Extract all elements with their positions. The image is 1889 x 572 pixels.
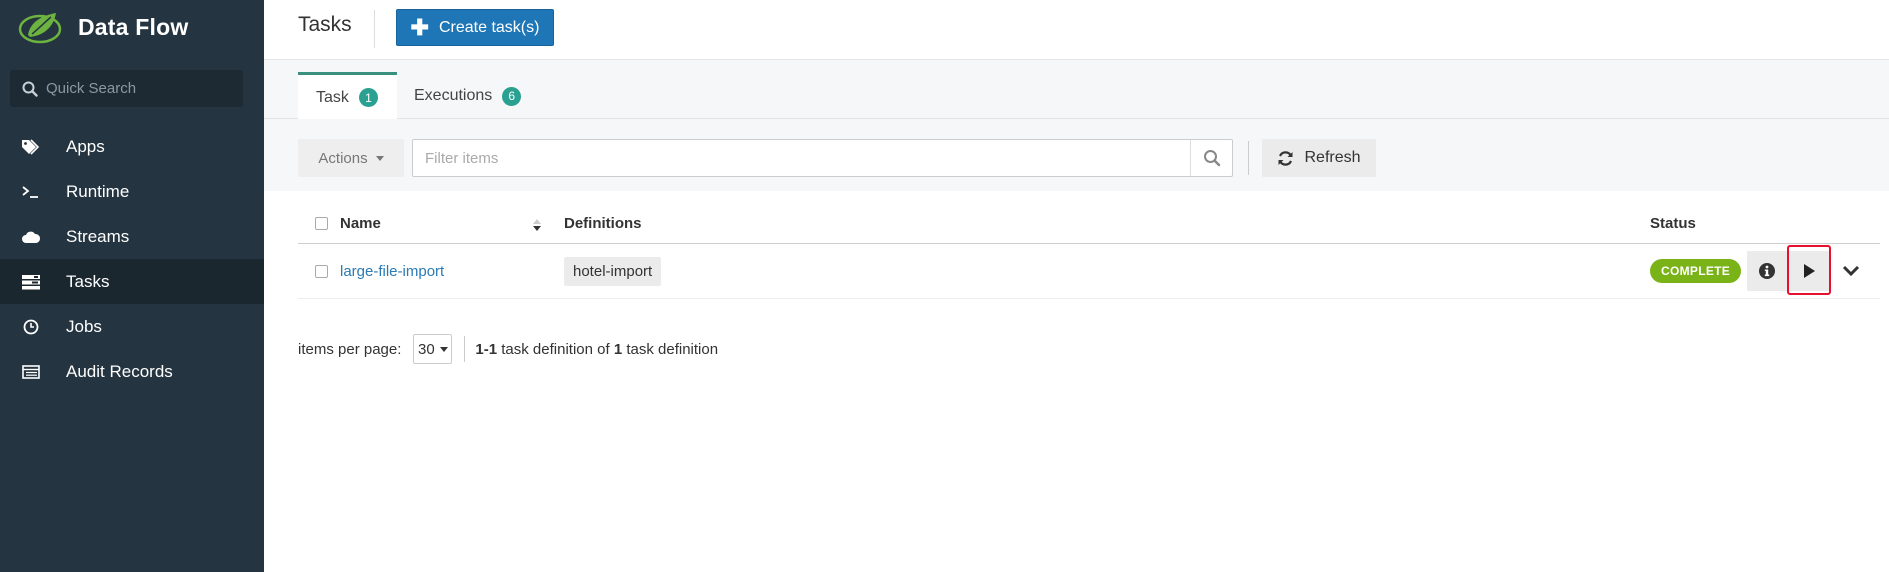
column-definitions: Definitions xyxy=(564,214,642,232)
create-tasks-button[interactable]: ✚ Create task(s) xyxy=(396,9,554,46)
sidebar-item-audit-records[interactable]: Audit Records xyxy=(0,349,264,394)
launch-task-button[interactable] xyxy=(1787,245,1831,295)
filter-search-button[interactable] xyxy=(1190,140,1232,176)
sort-icon[interactable] xyxy=(532,218,542,232)
brand[interactable]: Data Flow xyxy=(18,7,188,47)
total-count: 1 xyxy=(613,340,623,358)
tab-bar: Task 1 Executions 6 xyxy=(264,60,1889,120)
column-status: Status xyxy=(1650,214,1696,232)
pagination-summary: 1-1 task definition of 1 task definition xyxy=(475,341,718,358)
count-badge: 6 xyxy=(502,86,522,106)
cloud-icon xyxy=(20,226,42,248)
divider xyxy=(1248,141,1249,175)
select-all-checkbox[interactable] xyxy=(315,216,328,230)
sidebar-item-label: Runtime xyxy=(66,181,130,201)
sidebar: Data Flow Apps Runtime Streams xyxy=(0,0,264,572)
search-icon xyxy=(1203,150,1220,167)
sidebar-item-label: Jobs xyxy=(66,316,102,336)
quick-search-input[interactable] xyxy=(46,80,226,97)
more-actions-dropdown[interactable] xyxy=(1831,251,1871,291)
chevron-down-icon xyxy=(1842,265,1860,277)
plus-icon: ✚ xyxy=(410,14,429,40)
select-all-cell xyxy=(315,203,328,243)
sidebar-item-tasks[interactable]: Tasks xyxy=(0,259,264,304)
refresh-label: Refresh xyxy=(1304,149,1361,166)
per-page-value: 30 xyxy=(418,340,435,358)
sidebar-item-label: Audit Records xyxy=(66,361,173,381)
actions-dropdown[interactable]: Actions xyxy=(298,139,404,177)
summary-end: task definition xyxy=(626,340,719,358)
filter-box[interactable] xyxy=(412,139,1233,177)
caret-down-icon xyxy=(439,346,448,352)
divider xyxy=(464,336,466,362)
spring-logo-icon xyxy=(18,13,62,44)
name-cell: large-file-import xyxy=(340,244,444,298)
tags-icon xyxy=(20,136,42,158)
row-checkbox[interactable] xyxy=(315,264,328,278)
task-table: Name Definitions Status large-file-impor… xyxy=(298,203,1880,299)
tab-task[interactable]: Task 1 xyxy=(298,72,397,120)
create-tasks-label: Create task(s) xyxy=(438,18,540,36)
table-row: large-file-import hotel-import COMPLETE xyxy=(298,244,1880,299)
list-icon xyxy=(20,361,42,383)
page-header: Tasks ✚ Create task(s) xyxy=(264,0,1889,60)
clock-icon xyxy=(20,316,42,338)
main-content: Actions Refresh xyxy=(264,119,1889,572)
info-icon xyxy=(1759,263,1775,279)
tasks-icon xyxy=(20,271,42,293)
items-per-page-label: items per page: xyxy=(298,340,402,358)
quick-search[interactable] xyxy=(10,70,243,107)
app-name: Data Flow xyxy=(78,13,189,40)
tab-label: Executions xyxy=(414,87,493,104)
page-range: 1-1 xyxy=(475,340,498,358)
refresh-button[interactable]: Refresh xyxy=(1262,139,1376,177)
definition-cell: hotel-import xyxy=(564,244,662,298)
details-button[interactable] xyxy=(1747,251,1787,291)
row-select-cell xyxy=(315,244,328,298)
tab-executions[interactable]: Executions 6 xyxy=(414,72,540,120)
sidebar-item-apps[interactable]: Apps xyxy=(0,124,264,169)
page-title: Tasks xyxy=(298,13,352,36)
play-icon xyxy=(1804,264,1815,278)
table-header: Name Definitions Status xyxy=(298,203,1880,244)
divider xyxy=(374,10,375,48)
terminal-icon xyxy=(20,181,42,203)
filter-input[interactable] xyxy=(413,140,1190,176)
toolbar: Actions Refresh xyxy=(264,119,1889,191)
sidebar-item-runtime[interactable]: Runtime xyxy=(0,169,264,214)
sidebar-nav: Apps Runtime Streams Tasks Jobs Audit Re… xyxy=(0,124,264,394)
search-icon xyxy=(22,81,38,97)
items-per-page-select[interactable]: 30 xyxy=(413,334,453,364)
caret-down-icon xyxy=(375,155,384,161)
sidebar-item-jobs[interactable]: Jobs xyxy=(0,304,264,349)
summary-mid: task definition of xyxy=(501,340,610,358)
column-name[interactable]: Name xyxy=(340,203,381,243)
sidebar-item-label: Apps xyxy=(66,136,105,156)
task-name-link[interactable]: large-file-import xyxy=(340,263,444,280)
definition-pill: hotel-import xyxy=(564,256,662,286)
refresh-icon xyxy=(1278,150,1293,166)
pagination: items per page: 30 1-1 task definition o… xyxy=(298,329,718,369)
count-badge: 1 xyxy=(358,88,378,107)
row-actions xyxy=(1747,245,1873,295)
status-badge: COMPLETE xyxy=(1650,259,1742,283)
tab-label: Task xyxy=(316,88,349,106)
sidebar-item-streams[interactable]: Streams xyxy=(0,214,264,259)
status-cell: COMPLETE xyxy=(1650,244,1742,298)
sidebar-item-label: Tasks xyxy=(66,271,110,291)
actions-label: Actions xyxy=(318,149,368,167)
sidebar-item-label: Streams xyxy=(66,226,130,246)
